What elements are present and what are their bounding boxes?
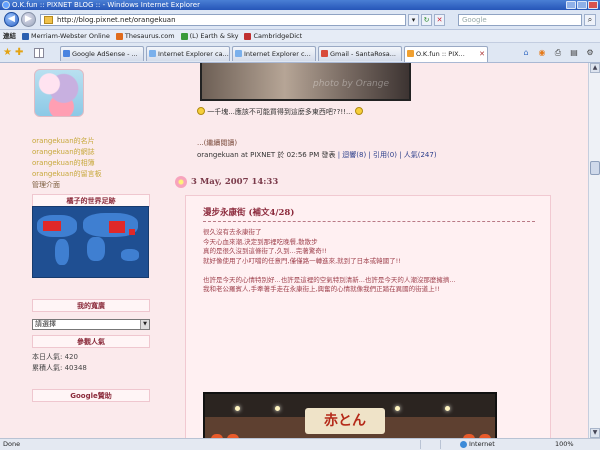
post-date-row: 3 May, 2007 14:33 (175, 173, 543, 191)
globe-icon (244, 32, 252, 40)
add-favorite-icon[interactable]: ✚ (15, 47, 23, 58)
tab-ie-1[interactable]: Internet Explorer ca... (146, 46, 230, 61)
page-menu-icon[interactable]: ▤ (568, 47, 580, 59)
link-cambridge[interactable]: CambridgeDict (244, 30, 302, 42)
stat-today: 本日人氣: 420 (32, 353, 78, 361)
print-icon[interactable]: ⎙ (552, 47, 564, 59)
page-viewport: orangekuan的名片 orangekuan的網誌 orangekuan的相… (0, 63, 588, 438)
post-meta-links[interactable]: | 迴響(8) | 引用(0) | 人氣(247) (338, 151, 437, 159)
sidebar-link-blog[interactable]: orangekuan的網誌 (32, 147, 102, 158)
post-date: 3 May, 2007 14:33 (191, 177, 279, 187)
read-more-link[interactable]: ...(繼續閱讀) (197, 138, 237, 148)
globe-icon (460, 441, 467, 448)
stop-icon[interactable]: ✕ (434, 14, 445, 26)
blog-main: photo by Orange 一千塊...應該不可能買得到這麼多東西吧??!!… (175, 63, 551, 438)
post-meta-author: orangekuan at PIXNET 於 02:56 PM 發表 (197, 151, 336, 159)
page-icon (44, 16, 53, 24)
scroll-up-icon[interactable]: ▲ (590, 63, 600, 73)
language-select-value: 請選擇 (35, 320, 56, 328)
avatar (34, 69, 84, 117)
link-earth-sky[interactable]: (L) Earth & Sky (180, 30, 238, 42)
minimize-button[interactable] (566, 1, 576, 9)
sidebar-link-admin[interactable]: 管理介面 (32, 180, 102, 191)
quick-tabs-icon[interactable] (34, 48, 44, 58)
window-controls (566, 1, 598, 9)
tab-okfun-active[interactable]: O.K.fun :: PIX... ✕ (404, 46, 488, 62)
pixnet-icon (407, 50, 414, 57)
google-icon (63, 50, 70, 57)
status-text: Done (3, 440, 21, 448)
flower-icon (175, 176, 187, 188)
tab-google-adsense[interactable]: Google AdSense - ... (60, 46, 144, 61)
smiley-icon (354, 107, 363, 115)
back-button[interactable]: ◀ (4, 12, 19, 27)
tab-gmail[interactable]: Gmail - SantaRosa... (318, 46, 402, 61)
maximize-button[interactable] (577, 1, 587, 9)
search-input[interactable]: Google (458, 14, 582, 26)
blog-sidebar: orangekuan的名片 orangekuan的網誌 orangekuan的相… (28, 63, 154, 438)
command-bar: ⌂ ◉ ⎙ ▤ ⚙ (520, 47, 596, 59)
visitors-heading: 參觀人氣 (32, 335, 150, 348)
post-title[interactable]: 漫步永康街 (補文4/28) (203, 206, 294, 218)
address-buttons: ▾ ↻ ✕ (408, 14, 445, 26)
tools-menu-icon[interactable]: ⚙ (584, 47, 596, 59)
search-icon[interactable]: ⌕ (584, 14, 596, 26)
url-text: http://blog.pixnet.net/orangekuan (57, 16, 176, 24)
home-icon[interactable]: ⌂ (520, 47, 532, 59)
sidebar-link-album[interactable]: orangekuan的相簿 (32, 158, 102, 169)
language-select[interactable]: 請選擇 ▼ (32, 319, 150, 330)
vertical-scrollbar[interactable]: ▲ ▼ (588, 63, 600, 438)
title-divider (203, 221, 535, 222)
post-article: 漫步永康街 (補文4/28) 很久沒有去永康街了 今天心血來潮,決定到那裡吃晚餐… (185, 195, 551, 438)
close-window-button[interactable] (588, 1, 598, 9)
forward-button[interactable]: ▶ (21, 12, 36, 27)
security-zone[interactable]: Internet (460, 439, 495, 450)
link-thesaurus[interactable]: Thesaurus.com (115, 30, 175, 42)
dropdown-icon[interactable]: ▾ (408, 14, 419, 26)
world-footprint-map[interactable] (32, 206, 149, 278)
status-bar: Done Internet 100% (0, 438, 600, 450)
stat-total: 累積人氣: 40348 (32, 364, 87, 372)
translate-heading: 我的寬廣 (32, 299, 150, 312)
post-meta: orangekuan at PIXNET 於 02:56 PM 發表 | 迴響(… (197, 150, 437, 160)
previous-post-caption: 一千塊...應該不可能買得到這麼多東西吧??!!... (197, 107, 363, 117)
sidebar-link-card[interactable]: orangekuan的名片 (32, 136, 102, 147)
smiley-icon (197, 107, 205, 115)
refresh-icon[interactable]: ↻ (421, 14, 432, 26)
sidebar-link-guestbook[interactable]: orangekuan的留言板 (32, 169, 102, 180)
previous-post-photo: photo by Orange (200, 63, 411, 101)
google-sponsor-heading: Google贊助 (32, 389, 150, 402)
tabs-toolbar: ★ ✚ Google AdSense - ... Internet Explor… (0, 43, 600, 63)
visitor-stats: 本日人氣: 420 累積人氣: 40348 (32, 352, 87, 374)
photo-watermark: photo by Orange (313, 79, 389, 89)
zoom-level[interactable]: 100% (555, 439, 574, 450)
scroll-down-icon[interactable]: ▼ (590, 428, 600, 438)
ie-logo-icon (2, 1, 10, 9)
links-toolbar: 連結 Merriam-Webster Online Thesaurus.com … (0, 30, 600, 43)
tab-ie-2[interactable]: Internet Explorer c... (232, 46, 316, 61)
globe-icon (180, 32, 188, 40)
favorites-star-icon[interactable]: ★ (3, 47, 12, 58)
chevron-down-icon: ▼ (140, 320, 149, 329)
feeds-icon[interactable]: ◉ (536, 47, 548, 59)
post-photo: 赤とん (203, 392, 497, 438)
links-label: 連結 (3, 32, 16, 40)
address-toolbar: ◀ ▶ http://blog.pixnet.net/orangekuan ▾ … (0, 10, 600, 30)
scrollbar-thumb[interactable] (590, 161, 600, 175)
shop-sign: 赤とん (305, 408, 385, 434)
post-body: 很久沒有去永康街了 今天心血來潮,決定到那裡吃晚餐,散散步 真的是很久沒到這條街… (203, 228, 456, 293)
link-merriam-webster[interactable]: Merriam-Webster Online (22, 30, 110, 42)
ie-icon (149, 50, 156, 57)
window-titlebar: O.K.fun :: PIXNET BLOG :: - Windows Inte… (0, 0, 600, 10)
address-input[interactable]: http://blog.pixnet.net/orangekuan (40, 14, 406, 26)
close-tab-icon[interactable]: ✕ (479, 47, 485, 61)
gmail-icon (321, 50, 328, 57)
search-placeholder: Google (462, 16, 487, 24)
globe-icon (115, 32, 123, 40)
tab-strip: Google AdSense - ... Internet Explorer c… (60, 46, 488, 62)
ie-icon (235, 50, 242, 57)
window-title: O.K.fun :: PIXNET BLOG :: - Windows Inte… (12, 1, 200, 9)
globe-icon (22, 32, 29, 40)
sidebar-links: orangekuan的名片 orangekuan的網誌 orangekuan的相… (32, 136, 102, 191)
